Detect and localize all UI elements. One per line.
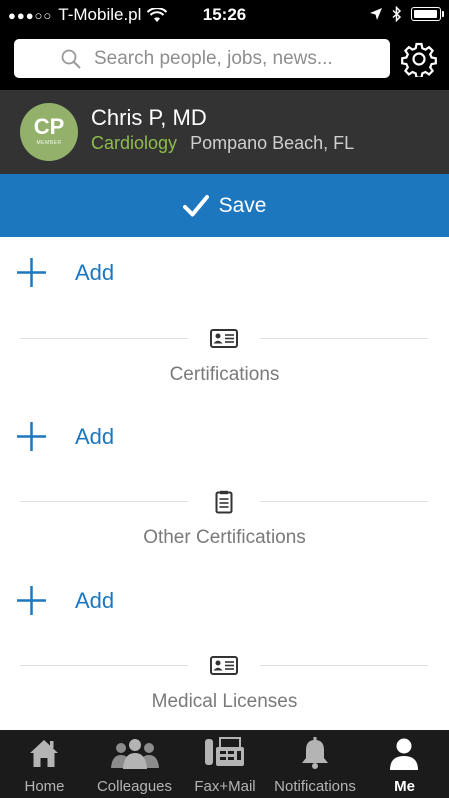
home-icon — [30, 740, 58, 767]
fax-icon — [205, 737, 244, 766]
divider — [260, 338, 428, 339]
avatar-initials: CP — [33, 114, 65, 139]
save-label: Save — [218, 193, 267, 217]
avatar-sublabel: MEMBER — [36, 140, 62, 146]
tab-bar: Home Colleagues Fax+Mail Notifications M… — [0, 730, 449, 798]
clipboard-icon — [215, 490, 233, 514]
profile-meta: Cardiology Pompano Beach, FL — [91, 133, 354, 154]
profile-location: Pompano Beach, FL — [190, 133, 355, 153]
plus-icon — [17, 258, 46, 287]
plus-icon — [17, 586, 46, 615]
id-card-icon — [210, 656, 238, 675]
bluetooth-icon — [392, 6, 402, 22]
save-button[interactable]: Save — [0, 174, 449, 237]
divider — [20, 338, 188, 339]
profile-name: Chris P, MD — [91, 105, 207, 130]
section-title: Medical Licenses — [151, 691, 298, 712]
tab-me[interactable]: Me — [360, 730, 449, 798]
battery-icon — [411, 7, 444, 21]
add-certification-button[interactable]: Add — [0, 238, 449, 308]
section-title: Other Certifications — [143, 527, 306, 548]
profile-header: CP MEMBER Chris P, MD Cardiology Pompano… — [0, 90, 449, 174]
add-label: Add — [75, 260, 115, 285]
tab-fax-mail[interactable]: Fax+Mail — [180, 730, 270, 798]
search-input[interactable] — [92, 46, 386, 71]
tab-label: Home — [24, 778, 65, 795]
tab-home[interactable]: Home — [0, 730, 89, 798]
avatar[interactable]: CP MEMBER — [20, 103, 78, 161]
tab-colleagues[interactable]: Colleagues — [89, 730, 180, 798]
person-icon — [390, 738, 418, 770]
tab-notifications[interactable]: Notifications — [270, 730, 360, 798]
section-title: Certifications — [169, 364, 280, 385]
add-label: Add — [75, 588, 115, 613]
top-bar — [0, 30, 449, 90]
divider — [260, 501, 428, 502]
status-bar: ●●●○○ T-Mobile.pl 15:26 — [0, 0, 449, 30]
profile-specialty: Cardiology — [91, 133, 178, 153]
search-icon — [61, 49, 81, 69]
id-card-icon — [210, 329, 238, 348]
checkmark-icon — [182, 194, 209, 216]
status-right — [369, 6, 444, 22]
divider — [20, 501, 188, 502]
tab-label: Notifications — [274, 778, 356, 795]
tab-label: Me — [394, 778, 415, 795]
add-medical-license-button[interactable]: Add — [0, 566, 449, 636]
divider — [20, 665, 188, 666]
gear-icon[interactable] — [401, 41, 437, 77]
search-box[interactable] — [14, 39, 390, 78]
location-arrow-icon — [370, 8, 382, 20]
add-label: Add — [75, 424, 115, 449]
tab-label: Fax+Mail — [194, 778, 256, 795]
divider — [260, 665, 428, 666]
plus-icon — [17, 422, 46, 451]
add-other-certification-button[interactable]: Add — [0, 402, 449, 472]
bell-icon — [302, 737, 328, 769]
tab-label: Colleagues — [96, 778, 173, 795]
colleagues-icon — [111, 739, 159, 769]
